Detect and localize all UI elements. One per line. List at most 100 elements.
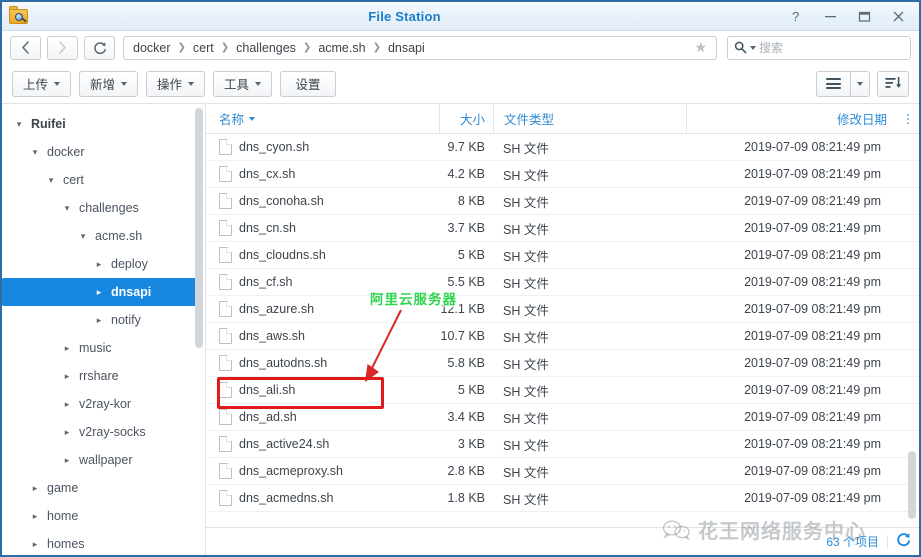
breadcrumb-bar[interactable]: docker ❯ cert ❯ challenges ❯ acme.sh ❯ dnsapi ★: [123, 35, 717, 60]
refresh-button[interactable]: [84, 35, 115, 60]
refresh-icon[interactable]: [896, 532, 911, 551]
file-icon: [219, 463, 232, 479]
file-date-cell: 2019-07-09 08:21:49 pm: [744, 410, 881, 424]
file-name-cell: dns_azure.sh: [206, 296, 439, 323]
breadcrumb-item-acme-sh[interactable]: acme.sh: [318, 41, 365, 55]
file-date-cell: 2019-07-09 08:21:49 pm: [744, 275, 881, 289]
row-spacer: [897, 188, 919, 215]
view-chevron-down-icon[interactable]: [850, 70, 870, 97]
row-spacer: [897, 134, 919, 161]
table-row[interactable]: dns_cyon.sh 9.7 KB SH 文件 2019-07-09 08:21:4…: [206, 134, 919, 161]
sidebar-item-home[interactable]: ▸ home: [2, 502, 205, 530]
file-name-cell: dns_cf.sh: [206, 269, 439, 296]
upload-button[interactable]: 上传: [12, 70, 72, 97]
maximize-button[interactable]: [847, 2, 881, 30]
file-name-cell: dns_conoha.sh: [206, 188, 439, 215]
chevron-down-icon: [121, 81, 128, 86]
chevron-down-icon[interactable]: ▾: [60, 203, 74, 214]
table-row[interactable]: dns_conoha.sh 8 KB SH 文件 2019-07-09 08:21:4…: [206, 188, 919, 215]
chevron-right-icon[interactable]: ▸: [60, 399, 74, 410]
search-scope-chevron-icon[interactable]: [750, 45, 756, 50]
table-row[interactable]: dns_active24.sh 3 KB SH 文件 2019-07-09 08:21…: [206, 431, 919, 458]
table-row[interactable]: dns_acmedns.sh 1.8 KB SH 文件 2019-07-09 08:2…: [206, 485, 919, 512]
breadcrumb-item-challenges[interactable]: challenges: [236, 41, 296, 55]
column-header-date[interactable]: 修改日期: [686, 104, 897, 134]
table-row[interactable]: dns_cn.sh 3.7 KB SH 文件 2019-07-09 08:21:49 …: [206, 215, 919, 242]
column-header-type[interactable]: 文件类型: [493, 104, 686, 134]
breadcrumb-item-docker[interactable]: docker: [133, 41, 171, 55]
sort-descending-icon[interactable]: [877, 70, 909, 97]
column-header-name[interactable]: 名称: [206, 104, 439, 134]
sidebar-item-ruifei[interactable]: ▾ Ruifei: [2, 110, 205, 138]
column-header-size[interactable]: 大小: [439, 104, 493, 134]
list-view-icon[interactable]: [816, 70, 850, 97]
chevron-down-icon[interactable]: ▾: [28, 147, 42, 158]
sidebar-item-acme-sh[interactable]: ▾ acme.sh: [2, 222, 205, 250]
chevron-right-icon[interactable]: ▸: [28, 511, 42, 522]
action-button[interactable]: 操作: [146, 70, 206, 97]
file-name-cell: dns_cx.sh: [206, 161, 439, 188]
file-size-cell: 12.1 KB: [440, 302, 485, 316]
file-icon: [219, 193, 232, 209]
chevron-down-icon[interactable]: ▾: [12, 119, 26, 130]
chevron-right-icon[interactable]: ▸: [60, 427, 74, 438]
table-row[interactable]: dns_autodns.sh 5.8 KB SH 文件 2019-07-09 08:2…: [206, 350, 919, 377]
sidebar-item-wallpaper[interactable]: ▸ wallpaper: [2, 446, 205, 474]
chevron-down-icon[interactable]: ▾: [76, 231, 90, 242]
toolbar-button-label: 新增: [90, 78, 116, 92]
more-vertical-icon[interactable]: ⋮: [897, 104, 919, 134]
sidebar-item-homes[interactable]: ▸ homes: [2, 530, 205, 555]
file-icon: [219, 490, 232, 506]
table-row[interactable]: dns_aws.sh 10.7 KB SH 文件 2019-07-09 08:21:4…: [206, 323, 919, 350]
settings-button[interactable]: 设置: [280, 70, 337, 97]
sidebar-item-deploy[interactable]: ▸ deploy: [2, 250, 205, 278]
sidebar-item-label: Ruifei: [31, 117, 66, 131]
sidebar-item-cert[interactable]: ▾ cert: [2, 166, 205, 194]
sidebar-item-rrshare[interactable]: ▸ rrshare: [2, 362, 205, 390]
chevron-right-icon[interactable]: ▸: [28, 539, 42, 550]
sidebar-scrollbar-thumb[interactable]: [195, 108, 203, 348]
sidebar-item-v2ray-socks[interactable]: ▸ v2ray-socks: [2, 418, 205, 446]
chevron-down-icon[interactable]: ▾: [44, 175, 58, 186]
chevron-right-icon[interactable]: ▸: [60, 455, 74, 466]
tools-button[interactable]: 工具: [213, 70, 273, 97]
forward-button[interactable]: [47, 35, 78, 60]
breadcrumb-item-dnsapi[interactable]: dnsapi: [388, 41, 425, 55]
sidebar-item-notify[interactable]: ▸ notify: [2, 306, 205, 334]
minimize-button[interactable]: [813, 2, 847, 30]
table-row[interactable]: dns_ali.sh 5 KB SH 文件 2019-07-09 08:21:49 p…: [206, 377, 919, 404]
file-name-label: dns_autodns.sh: [239, 356, 328, 370]
chevron-right-icon[interactable]: ▸: [28, 483, 42, 494]
table-row[interactable]: dns_acmeproxy.sh 2.8 KB SH 文件 2019-07-09 08…: [206, 458, 919, 485]
sidebar-item-challenges[interactable]: ▾ challenges: [2, 194, 205, 222]
chevron-right-icon[interactable]: ▸: [60, 343, 74, 354]
file-name-cell: dns_acmedns.sh: [206, 485, 439, 512]
file-type-cell: SH 文件: [503, 438, 549, 453]
sidebar-item-label: wallpaper: [79, 453, 133, 467]
table-row[interactable]: dns_ad.sh 3.4 KB SH 文件 2019-07-09 08:21:49 …: [206, 404, 919, 431]
table-row[interactable]: dns_azure.sh 12.1 KB SH 文件 2019-07-09 08:21…: [206, 296, 919, 323]
sidebar-item-music[interactable]: ▸ music: [2, 334, 205, 362]
back-button[interactable]: [10, 35, 41, 60]
table-row[interactable]: dns_cf.sh 5.5 KB SH 文件 2019-07-09 08:21:49 …: [206, 269, 919, 296]
close-button[interactable]: [881, 2, 915, 30]
chevron-right-icon[interactable]: ▸: [92, 287, 106, 298]
search-input[interactable]: 搜索: [727, 35, 911, 60]
file-icon: [219, 328, 232, 344]
table-row[interactable]: dns_cloudns.sh 5 KB SH 文件 2019-07-09 08:21:…: [206, 242, 919, 269]
column-header-name-label: 名称: [219, 113, 245, 127]
table-row[interactable]: dns_cx.sh 4.2 KB SH 文件 2019-07-09 08:21:49 …: [206, 161, 919, 188]
breadcrumb-item-cert[interactable]: cert: [193, 41, 214, 55]
chevron-right-icon[interactable]: ▸: [60, 371, 74, 382]
sidebar-item-v2ray-kor[interactable]: ▸ v2ray-kor: [2, 390, 205, 418]
file-list-scrollbar-thumb[interactable]: [908, 451, 916, 519]
star-icon[interactable]: ★: [689, 39, 712, 56]
chevron-right-icon[interactable]: ▸: [92, 259, 106, 270]
help-button[interactable]: ?: [779, 2, 813, 30]
chevron-right-icon[interactable]: ▸: [92, 315, 106, 326]
sidebar-item-dnsapi[interactable]: ▸ dnsapi: [2, 278, 196, 306]
sidebar-item-docker[interactable]: ▾ docker: [2, 138, 205, 166]
sidebar-item-game[interactable]: ▸ game: [2, 474, 205, 502]
create-button[interactable]: 新增: [79, 70, 139, 97]
breadcrumb-separator: ❯: [220, 42, 230, 53]
